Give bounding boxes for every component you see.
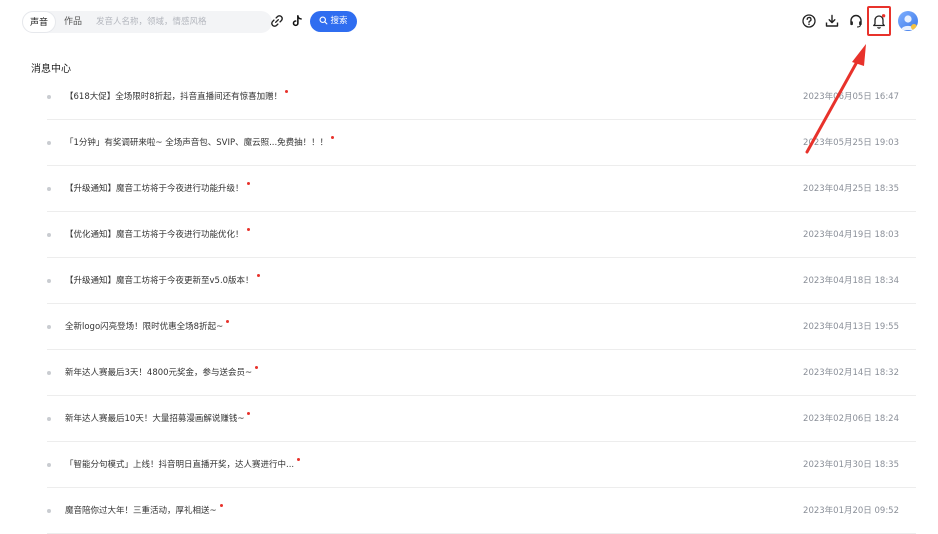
unread-dot	[226, 320, 230, 323]
message-title[interactable]: 【618大促】全场限时8折起，抖音直播间还有惊喜加赠！	[65, 90, 289, 102]
bell-icon[interactable]	[871, 12, 887, 30]
user-avatar-icon	[901, 15, 917, 30]
bullet-dot	[47, 509, 51, 513]
message-title[interactable]: 全新logo闪亮登场！限时优惠全场8折起~	[65, 320, 230, 332]
message-title[interactable]: 「智能分句模式」上线！抖音明日直播开奖，达人赛进行中...	[65, 458, 301, 470]
message-time: 2023年06月05日 16:47	[803, 92, 899, 102]
message-row[interactable]: 新年达人赛最后10天！大量招募漫画解说赚钱~ 2023年02月06日 18:24	[47, 396, 916, 442]
search-icon	[319, 16, 328, 25]
message-title[interactable]: 「1分钟」有奖调研来啦~ 全场声音包、SVIP、魔云照...免费抽！！！	[65, 136, 335, 148]
message-time: 2023年01月20日 09:52	[803, 506, 899, 516]
tiktok-icon[interactable]	[290, 14, 304, 28]
message-row[interactable]: 魔音陪你过大年！三重活动，厚礼相送~ 2023年01月20日 09:52	[47, 488, 916, 534]
message-time: 2023年04月13日 19:55	[803, 322, 899, 332]
top-bar: 声音 作品 搜索	[0, 0, 938, 42]
message-title[interactable]: 新年达人赛最后3天！4800元奖金，参与送会员~	[65, 366, 259, 378]
bullet-dot	[47, 141, 51, 145]
unread-dot	[331, 136, 335, 139]
message-time: 2023年01月30日 18:35	[803, 460, 899, 470]
unread-dot	[247, 412, 251, 415]
unread-dot	[219, 504, 223, 507]
bullet-dot	[47, 187, 51, 191]
message-time: 2023年04月25日 18:35	[803, 184, 899, 194]
bullet-dot	[47, 325, 51, 329]
bullet-dot	[47, 371, 51, 375]
unread-dot	[285, 90, 289, 93]
message-row[interactable]: 【升级通知】魔音工坊将于今夜更新至v5.0版本！ 2023年04月18日 18:…	[47, 258, 916, 304]
unread-dot	[246, 182, 250, 185]
message-row[interactable]: 新年达人赛最后3天！4800元奖金，参与送会员~ 2023年02月14日 18:…	[47, 350, 916, 396]
bullet-dot	[47, 95, 51, 99]
message-time: 2023年05月25日 19:03	[803, 138, 899, 148]
link-icon[interactable]	[270, 14, 284, 28]
message-title[interactable]: 魔音陪你过大年！三重活动，厚礼相送~	[65, 504, 223, 516]
message-title[interactable]: 【升级通知】魔音工坊将于今夜更新至v5.0版本！	[65, 274, 260, 286]
message-row[interactable]: 「智能分句模式」上线！抖音明日直播开奖，达人赛进行中... 2023年01月30…	[47, 442, 916, 488]
search-button-label: 搜索	[330, 16, 348, 26]
message-row[interactable]: 全新logo闪亮登场！限时优惠全场8折起~ 2023年04月13日 19:55	[47, 304, 916, 350]
message-title[interactable]: 新年达人赛最后10天！大量招募漫画解说赚钱~	[65, 412, 251, 424]
help-icon[interactable]	[801, 13, 817, 29]
message-time: 2023年02月06日 18:24	[803, 414, 899, 424]
unread-dot	[256, 274, 260, 277]
tab-voice[interactable]: 声音	[22, 11, 56, 33]
message-row[interactable]: 【618大促】全场限时8折起，抖音直播间还有惊喜加赠！ 2023年06月05日 …	[47, 74, 916, 120]
headset-icon[interactable]	[848, 13, 864, 29]
message-row[interactable]: 「1分钟」有奖调研来啦~ 全场声音包、SVIP、魔云照...免费抽！！！ 202…	[47, 120, 916, 166]
message-time: 2023年04月18日 18:34	[803, 276, 899, 286]
message-row[interactable]: 【升级通知】魔音工坊将于今夜进行功能升级！ 2023年04月25日 18:35	[47, 166, 916, 212]
message-time: 2023年04月19日 18:03	[803, 230, 899, 240]
bullet-dot	[47, 279, 51, 283]
bullet-dot	[47, 463, 51, 467]
bullet-dot	[47, 233, 51, 237]
message-row[interactable]: 【优化通知】魔音工坊将于今夜进行功能优化！ 2023年04月19日 18:03	[47, 212, 916, 258]
unread-dot	[297, 458, 301, 461]
message-time: 2023年02月14日 18:32	[803, 368, 899, 378]
tab-works[interactable]: 作品	[58, 11, 88, 33]
bullet-dot	[47, 417, 51, 421]
avatar[interactable]	[898, 11, 918, 31]
message-title[interactable]: 【升级通知】魔音工坊将于今夜进行功能升级！	[65, 182, 250, 194]
download-icon[interactable]	[824, 13, 840, 29]
search-button[interactable]: 搜索	[310, 11, 357, 32]
message-title[interactable]: 【优化通知】魔音工坊将于今夜进行功能优化！	[65, 228, 250, 240]
notification-highlight	[867, 6, 891, 36]
search-input[interactable]	[96, 13, 261, 31]
page-title: 消息中心	[31, 64, 71, 75]
unread-dot	[246, 228, 250, 231]
unread-dot	[255, 366, 259, 369]
